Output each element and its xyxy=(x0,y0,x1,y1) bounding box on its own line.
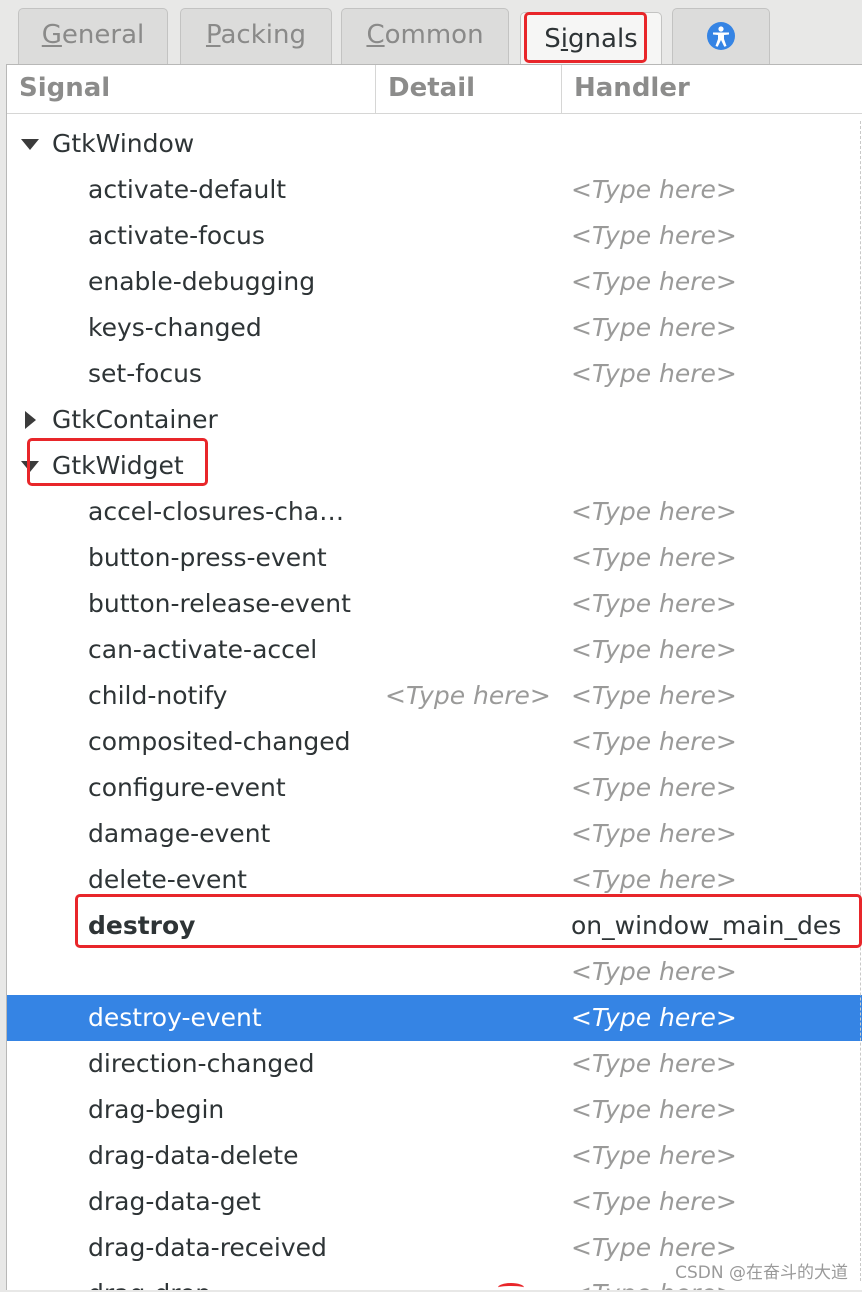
handler-cell[interactable]: <Type here> xyxy=(571,811,737,857)
handler-cell[interactable]: <Type here> xyxy=(571,305,737,351)
destroy-row-annotation xyxy=(75,894,862,948)
scroll-edge xyxy=(860,121,861,1281)
handler-cell[interactable]: <Type here> xyxy=(571,489,737,535)
handler-cell[interactable]: <Type here> xyxy=(571,581,737,627)
signal-row[interactable]: composited-changed <Type here> xyxy=(7,719,862,765)
tab-accessibility[interactable] xyxy=(672,8,770,64)
tab-general-label: General xyxy=(41,20,145,50)
signal-row-selected[interactable]: destroy-event <Type here> xyxy=(7,995,862,1041)
gtkwidget-annotation xyxy=(27,438,208,486)
group-label: GtkWindow xyxy=(52,129,195,158)
signal-row[interactable]: button-press-event <Type here> xyxy=(7,535,862,581)
signal-name: drag-data-received xyxy=(88,1233,327,1262)
group-label: GtkContainer xyxy=(52,405,218,434)
tab-packing-label: Packing xyxy=(205,20,306,50)
signal-row[interactable]: button-release-event <Type here> xyxy=(7,581,862,627)
notebook-tabs: General Packing Common Signals xyxy=(0,0,862,66)
signal-name: drag-data-get xyxy=(88,1187,261,1216)
signal-name: set-focus xyxy=(88,359,202,388)
handler-cell[interactable]: <Type here> xyxy=(571,535,737,581)
signal-row[interactable]: enable-debugging <Type here> xyxy=(7,259,862,305)
signal-column-header[interactable]: Signal xyxy=(7,65,375,113)
signal-row-extra-handler[interactable]: <Type here> xyxy=(7,949,862,995)
signal-name: destroy-event xyxy=(88,1003,262,1032)
accessibility-icon xyxy=(707,22,735,50)
signal-name: damage-event xyxy=(88,819,271,848)
handler-cell[interactable]: <Type here> xyxy=(571,1133,737,1179)
expander-open-icon[interactable] xyxy=(21,121,39,167)
handler-cell[interactable]: <Type here> xyxy=(571,765,737,811)
signal-tree: GtkWindow activate-default <Type here> a… xyxy=(7,121,862,1290)
tab-packing[interactable]: Packing xyxy=(180,8,332,64)
signal-name: can-activate-accel xyxy=(88,635,318,664)
signal-row[interactable]: activate-default <Type here> xyxy=(7,167,862,213)
handler-cell[interactable]: <Type here> xyxy=(571,1179,737,1225)
signal-name: drag-begin xyxy=(88,1095,225,1124)
signal-row[interactable]: set-focus <Type here> xyxy=(7,351,862,397)
column-header-row: Signal Detail Handler xyxy=(7,65,862,114)
signal-row[interactable]: activate-focus <Type here> xyxy=(7,213,862,259)
handler-cell[interactable]: <Type here> xyxy=(571,995,737,1041)
handler-cell[interactable]: <Type here> xyxy=(571,213,737,259)
signal-row[interactable]: configure-event <Type here> xyxy=(7,765,862,811)
handler-cell[interactable]: <Type here> xyxy=(571,719,737,765)
handler-cell[interactable]: <Type here> xyxy=(571,259,737,305)
signal-row[interactable]: drag-begin <Type here> xyxy=(7,1087,862,1133)
signal-name: configure-event xyxy=(88,773,286,802)
handler-cell[interactable]: <Type here> xyxy=(571,167,737,213)
signal-row[interactable]: drag-data-delete <Type here> xyxy=(7,1133,862,1179)
annotation-mark xyxy=(498,1283,524,1292)
signal-row[interactable]: can-activate-accel <Type here> xyxy=(7,627,862,673)
signal-name: enable-debugging xyxy=(88,267,316,296)
handler-cell[interactable]: <Type here> xyxy=(571,949,737,995)
detail-cell[interactable]: <Type here> xyxy=(385,673,551,719)
signal-name: button-press-event xyxy=(88,543,327,572)
signal-name: drag-data-delete xyxy=(88,1141,299,1170)
signal-name: composited-changed xyxy=(88,727,351,756)
signals-panel: Signal Detail Handler GtkWindow activate… xyxy=(6,64,862,1290)
signal-name: direction-changed xyxy=(88,1049,315,1078)
signal-name: drag-drop xyxy=(88,1271,211,1290)
group-row-gtkwindow[interactable]: GtkWindow xyxy=(7,121,862,167)
signal-row[interactable]: keys-changed <Type here> xyxy=(7,305,862,351)
signal-row[interactable]: accel-closures-cha… <Type here> xyxy=(7,489,862,535)
signal-name: button-release-event xyxy=(88,589,351,618)
handler-cell[interactable]: <Type here> xyxy=(571,351,737,397)
handler-column-header[interactable]: Handler xyxy=(561,65,862,113)
signal-row[interactable]: drag-data-get <Type here> xyxy=(7,1179,862,1225)
detail-column-header[interactable]: Detail xyxy=(375,65,561,113)
signal-name: keys-changed xyxy=(88,313,262,342)
signal-row[interactable]: child-notify <Type here> <Type here> xyxy=(7,673,862,719)
handler-cell[interactable]: <Type here> xyxy=(571,673,737,719)
tab-common[interactable]: Common xyxy=(341,8,509,64)
tab-general[interactable]: General xyxy=(18,8,168,64)
watermark: CSDN @在奋斗的大道 xyxy=(675,1263,848,1283)
signal-name: accel-closures-cha… xyxy=(88,497,345,526)
expander-closed-icon[interactable] xyxy=(21,397,39,443)
signal-name: child-notify xyxy=(88,681,228,710)
handler-cell[interactable]: <Type here> xyxy=(571,627,737,673)
signals-tab-annotation xyxy=(524,12,647,63)
group-row-gtkcontainer[interactable]: GtkContainer xyxy=(7,397,862,443)
signal-name: activate-focus xyxy=(88,221,265,250)
signal-name: activate-default xyxy=(88,175,287,204)
signal-row[interactable]: direction-changed <Type here> xyxy=(7,1041,862,1087)
tab-common-label: Common xyxy=(366,20,484,50)
handler-cell[interactable]: <Type here> xyxy=(571,1087,737,1133)
signal-row[interactable]: damage-event <Type here> xyxy=(7,811,862,857)
handler-cell[interactable]: <Type here> xyxy=(571,1041,737,1087)
